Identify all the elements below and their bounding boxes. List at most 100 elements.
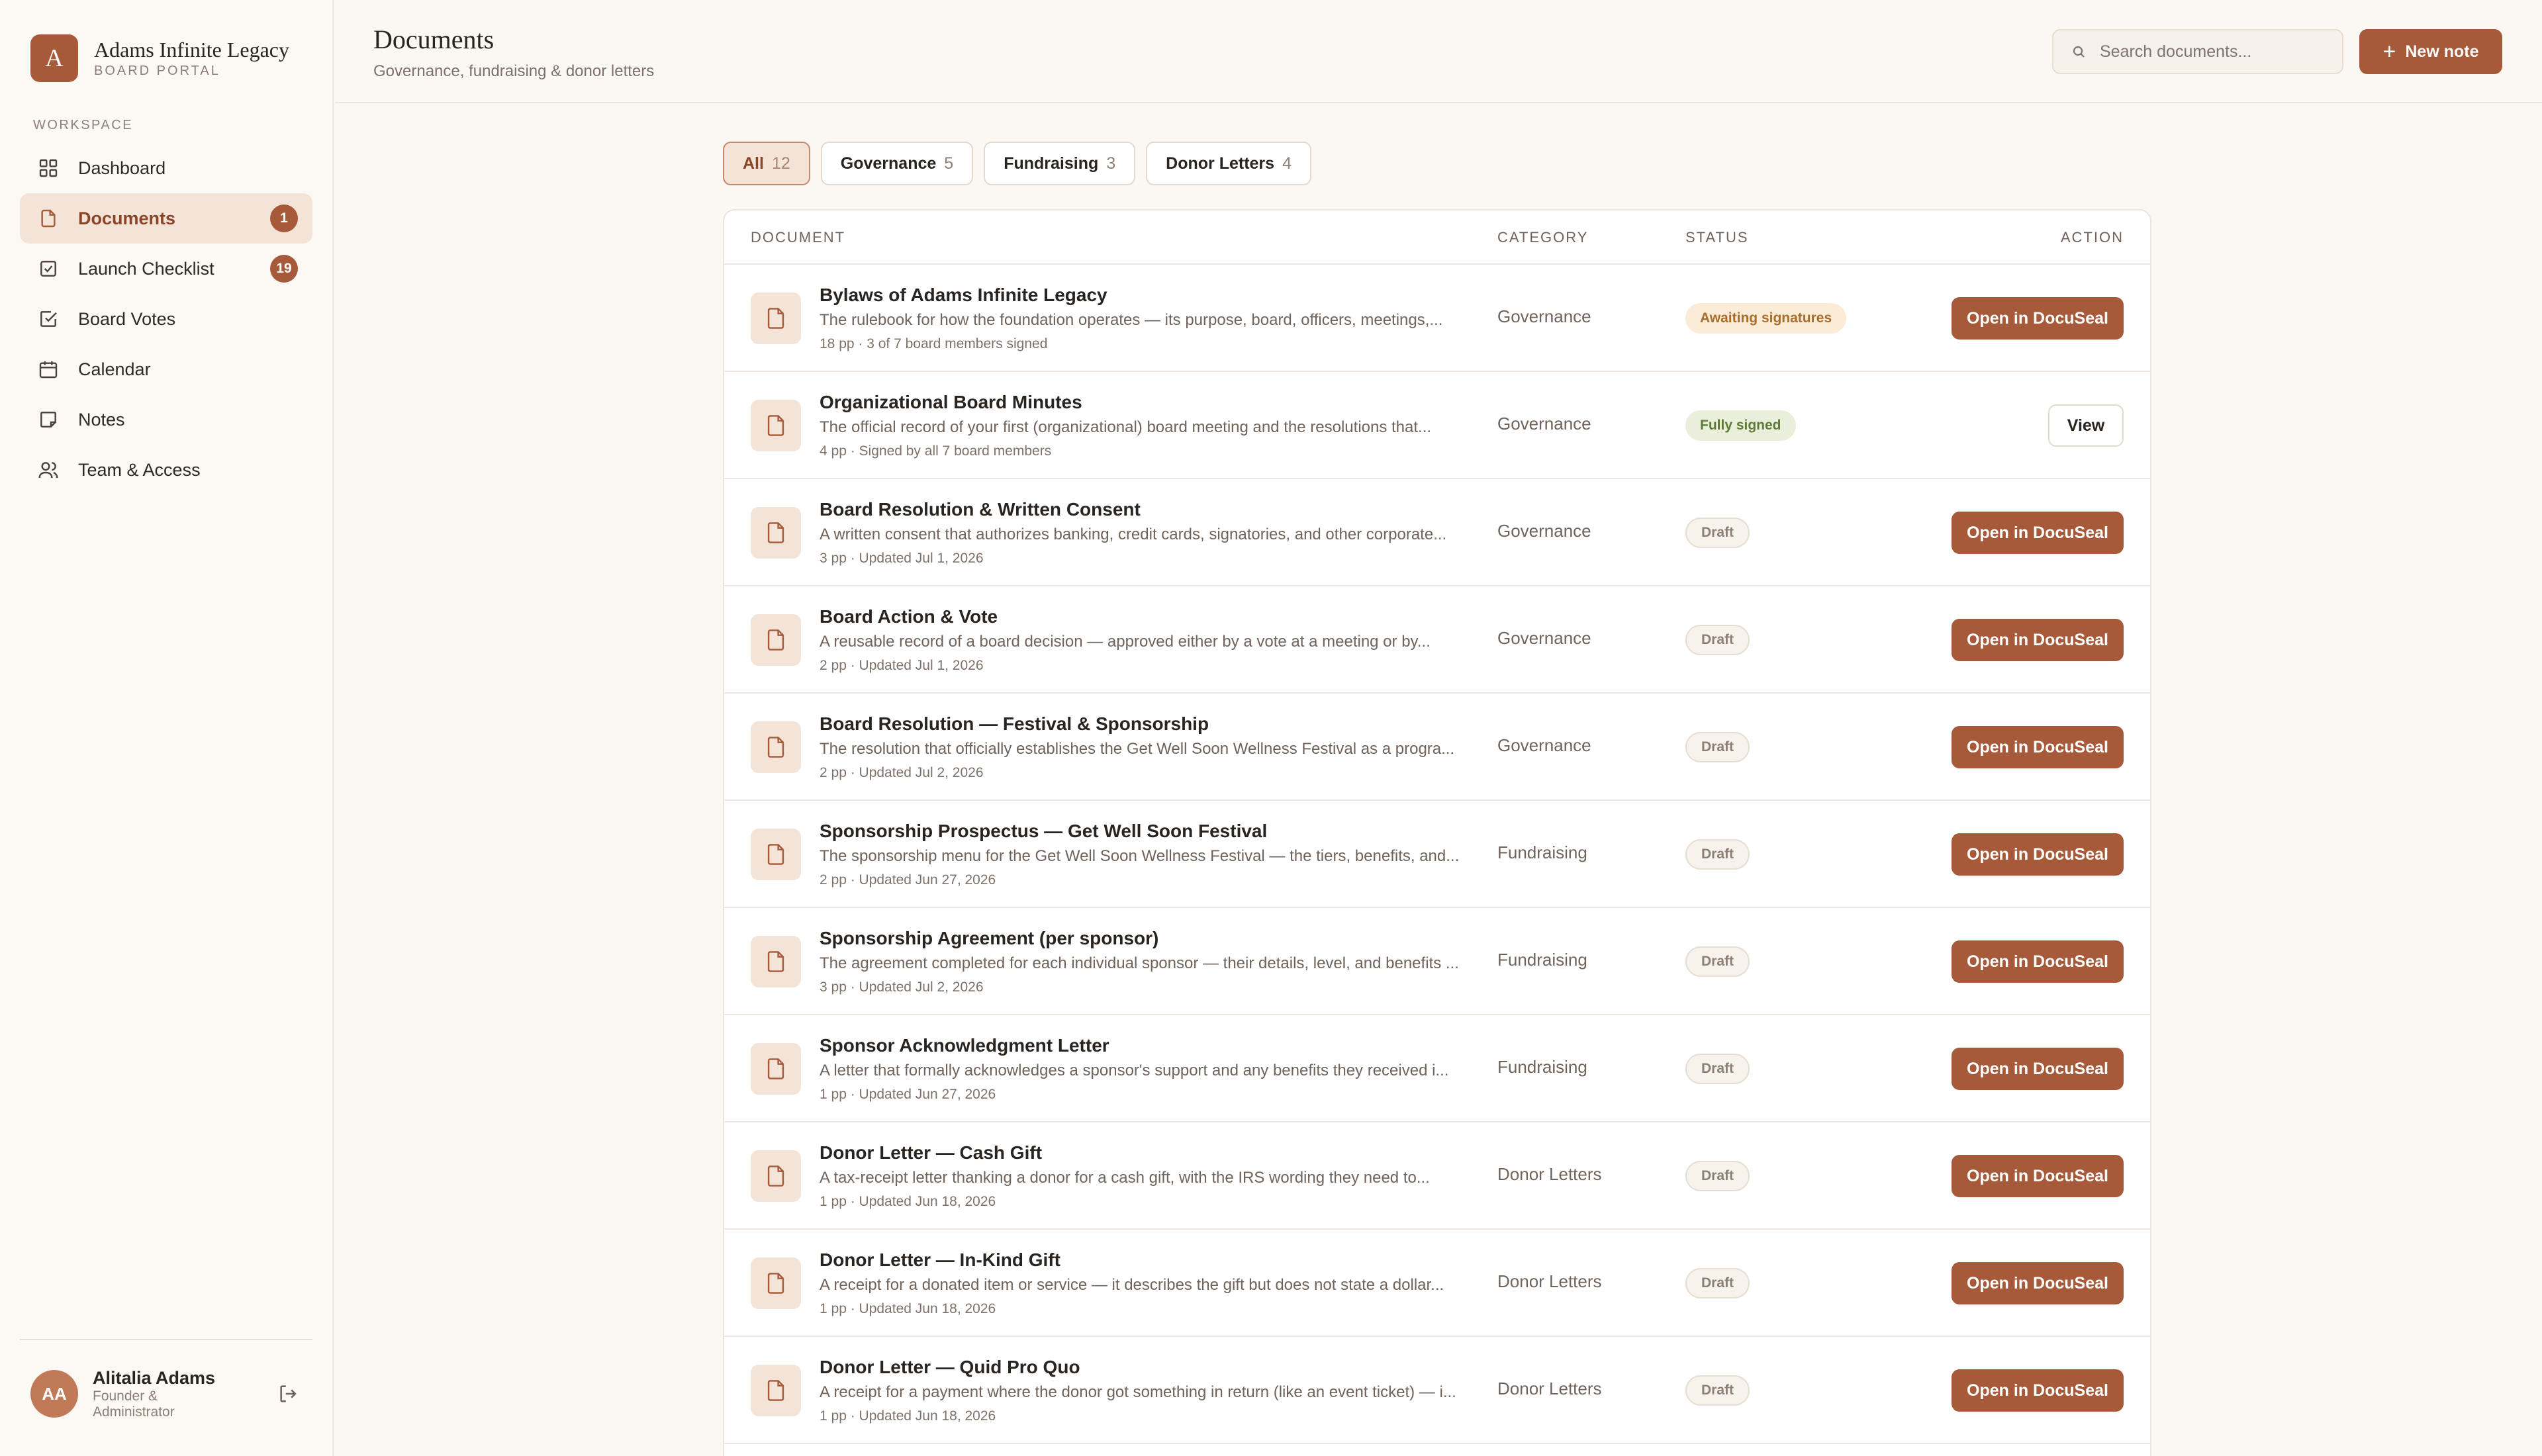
- document-description: The official record of your first (organ…: [820, 418, 1432, 436]
- document-category: Governance: [1497, 628, 1591, 648]
- document-description: The resolution that officially establish…: [820, 740, 1455, 758]
- sidebar-nav: Dashboard Documents 1 Launch Checklist 1…: [20, 143, 312, 495]
- open-in-docuseal-button[interactable]: Open in DocuSeal: [1952, 297, 2124, 340]
- document-title[interactable]: Sponsorship Agreement (per sponsor): [820, 928, 1158, 949]
- document-title[interactable]: Sponsor Acknowledgment Letter: [820, 1035, 1109, 1056]
- document-meta: 3 pp · Updated Jul 2, 2026: [820, 979, 984, 995]
- column-header-category: CATEGORY: [1497, 229, 1589, 246]
- document-title[interactable]: Board Action & Vote: [820, 606, 998, 627]
- table-row[interactable]: Donor Letter — Quid Pro Quo A receipt for…: [724, 1337, 2150, 1444]
- document-title[interactable]: Board Resolution — Festival & Sponsorshi…: [820, 713, 1209, 735]
- table-row[interactable]: Organizational Board Minutes The official…: [724, 372, 2150, 479]
- filter-label: Fundraising: [1004, 154, 1099, 173]
- status-badge: Draft: [1685, 732, 1750, 762]
- document-title[interactable]: Sponsorship Prospectus — Get Well Soon F…: [820, 821, 1267, 842]
- open-in-docuseal-button[interactable]: Open in DocuSeal: [1952, 1048, 2124, 1090]
- open-in-docuseal-button[interactable]: Open in DocuSeal: [1952, 1369, 2124, 1412]
- open-in-docuseal-button[interactable]: Open in DocuSeal: [1952, 512, 2124, 554]
- sidebar-item-documents[interactable]: Documents 1: [20, 193, 312, 244]
- user-profile: AA Alitalia Adams Founder & Administrato…: [30, 1367, 302, 1420]
- status-badge: Draft: [1685, 625, 1750, 655]
- document-title[interactable]: Organizational Board Minutes: [820, 392, 1082, 413]
- sidebar-item-launch-checklist[interactable]: Launch Checklist 19: [20, 244, 312, 294]
- document-file-icon: [751, 721, 801, 773]
- filter-count: 12: [771, 154, 790, 173]
- document-category: Donor Letters: [1497, 1271, 1602, 1291]
- table-row[interactable]: Board Resolution & Written Consent A writ…: [724, 479, 2150, 586]
- document-meta: 2 pp · Updated Jul 2, 2026: [820, 765, 984, 780]
- table-row[interactable]: Donor Letter — Cash Gift A tax-receipt le…: [724, 1122, 2150, 1230]
- open-in-docuseal-button[interactable]: Open in DocuSeal: [1952, 726, 2124, 768]
- filter-fundraising[interactable]: Fundraising 3: [984, 142, 1136, 185]
- search-box[interactable]: [2052, 29, 2343, 74]
- view-button[interactable]: View: [2048, 404, 2124, 447]
- page-subtitle: Governance, fundraising & donor letters: [373, 62, 655, 80]
- grid-icon: [37, 157, 60, 179]
- document-meta: 3 pp · Updated Jul 1, 2026: [820, 551, 984, 566]
- table-row[interactable]: Board Action & Vote A reusable record of …: [724, 586, 2150, 694]
- open-in-docuseal-button[interactable]: Open in DocuSeal: [1952, 619, 2124, 661]
- workspace-section-label: WORKSPACE: [33, 118, 134, 132]
- sidebar-item-team-access[interactable]: Team & Access: [20, 445, 312, 495]
- user-name: Alitalia Adams: [93, 1368, 216, 1388]
- user-role: Founder & Administrator: [93, 1388, 175, 1420]
- document-file-icon: [751, 293, 801, 344]
- sidebar-item-board-votes[interactable]: Board Votes: [20, 294, 312, 344]
- sidebar-item-label: Documents: [78, 208, 176, 228]
- document-title[interactable]: Donor Letter — Quid Pro Quo: [820, 1357, 1080, 1378]
- document-description: A receipt for a payment where the donor …: [820, 1383, 1456, 1401]
- document-description: The sponsorship menu for the Get Well So…: [820, 847, 1460, 865]
- document-meta: 1 pp · Updated Jun 18, 2026: [820, 1408, 996, 1424]
- document-description: The rulebook for how the foundation oper…: [820, 311, 1443, 329]
- document-meta: 1 pp · Updated Jun 27, 2026: [820, 1087, 996, 1102]
- document-meta: 4 pp · Signed by all 7 board members: [820, 443, 1052, 459]
- document-file-icon: [751, 1257, 801, 1309]
- document-title[interactable]: Bylaws of Adams Infinite Legacy: [820, 285, 1107, 306]
- sidebar-item-notes[interactable]: Notes: [20, 394, 312, 445]
- column-header-document: DOCUMENT: [751, 229, 846, 246]
- sidebar: A Adams Infinite Legacy BOARD PORTAL WOR…: [0, 0, 334, 1456]
- status-badge: Draft: [1685, 1161, 1750, 1191]
- document-category: Governance: [1497, 306, 1591, 326]
- brand[interactable]: A Adams Infinite Legacy BOARD PORTAL: [30, 34, 289, 82]
- search-icon: [2073, 46, 2085, 58]
- note-icon: [37, 408, 60, 431]
- status-badge: Draft: [1685, 1054, 1750, 1084]
- sidebar-item-label: Board Votes: [78, 308, 176, 329]
- open-in-docuseal-button[interactable]: Open in DocuSeal: [1952, 1155, 2124, 1197]
- sidebar-item-label: Notes: [78, 409, 125, 430]
- table-row[interactable]: Bylaws of Adams Infinite Legacy The ruleb…: [724, 265, 2150, 372]
- sidebar-item-calendar[interactable]: Calendar: [20, 344, 312, 394]
- table-row[interactable]: Sponsor Acknowledgment Letter A letter th…: [724, 1015, 2150, 1122]
- document-title[interactable]: Board Resolution & Written Consent: [820, 499, 1141, 520]
- brand-name: Adams Infinite Legacy: [94, 38, 289, 62]
- document-title[interactable]: Donor Letter — Cash Gift: [820, 1142, 1042, 1163]
- document-file-icon: [751, 1150, 801, 1202]
- document-category: Governance: [1497, 521, 1591, 541]
- open-in-docuseal-button[interactable]: Open in DocuSeal: [1952, 940, 2124, 983]
- document-file-icon: [751, 829, 801, 880]
- document-file-icon: [751, 400, 801, 451]
- new-note-button[interactable]: + New note: [2359, 29, 2502, 74]
- filter-all[interactable]: All 12: [723, 142, 810, 185]
- document-description: The agreement completed for each individ…: [820, 954, 1459, 972]
- table-row[interactable]: Sponsorship Agreement (per sponsor) The a…: [724, 908, 2150, 1015]
- filter-donor-letters[interactable]: Donor Letters 4: [1146, 142, 1311, 185]
- table-row[interactable]: Sponsorship Prospectus — Get Well Soon F…: [724, 801, 2150, 908]
- search-input[interactable]: [2100, 42, 2325, 62]
- plus-icon: +: [2382, 39, 2396, 64]
- open-in-docuseal-button[interactable]: Open in DocuSeal: [1952, 1262, 2124, 1304]
- open-in-docuseal-button[interactable]: Open in DocuSeal: [1952, 833, 2124, 876]
- document-description: A letter that formally acknowledges a sp…: [820, 1062, 1449, 1079]
- sidebar-item-dashboard[interactable]: Dashboard: [20, 143, 312, 193]
- filter-governance[interactable]: Governance 5: [820, 142, 974, 185]
- logout-button[interactable]: [275, 1381, 302, 1407]
- documents-table: DOCUMENT CATEGORY STATUS ACTION Bylaws o…: [723, 209, 2151, 1456]
- table-row[interactable]: Donor Letter — In-Kind Gift A receipt for…: [724, 1230, 2150, 1337]
- status-badge: Draft: [1685, 839, 1750, 870]
- document-description: A reusable record of a board decision — …: [820, 633, 1431, 651]
- table-row[interactable]: Board Resolution — Festival & Sponsorshi…: [724, 694, 2150, 801]
- avatar[interactable]: AA: [30, 1370, 78, 1418]
- document-description: A written consent that authorizes bankin…: [820, 525, 1447, 543]
- document-title[interactable]: Donor Letter — In-Kind Gift: [820, 1250, 1060, 1271]
